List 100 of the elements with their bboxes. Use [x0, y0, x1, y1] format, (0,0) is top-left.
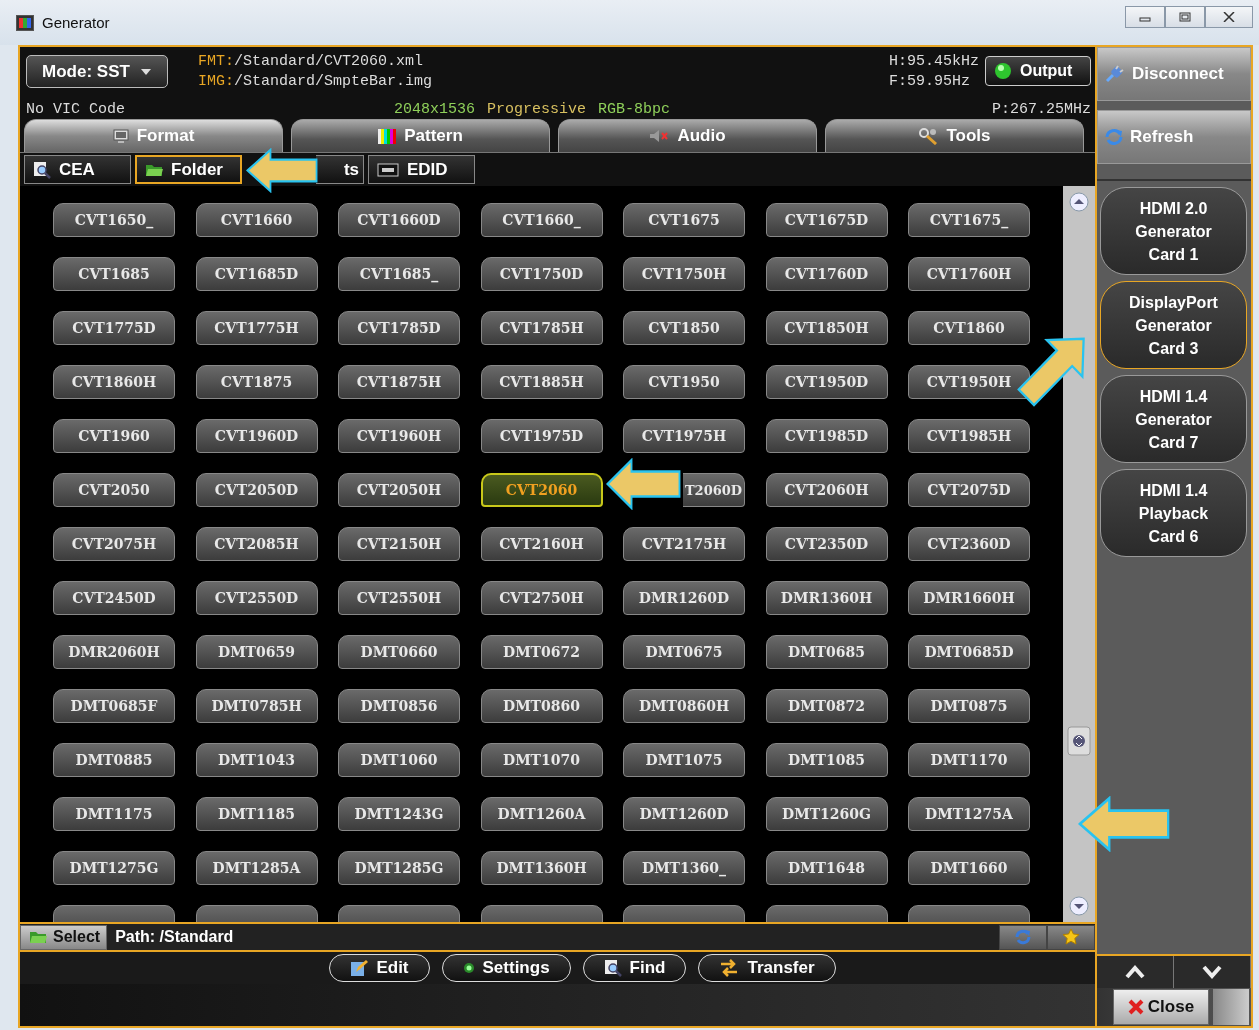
- format-button[interactable]: DMT1185: [195, 797, 318, 831]
- format-button[interactable]: CVT2160H: [480, 527, 603, 561]
- format-button[interactable]: DMT0659: [195, 635, 318, 669]
- format-button[interactable]: CVT1885H: [480, 365, 603, 399]
- format-button[interactable]: CVT1685: [53, 257, 175, 291]
- format-button[interactable]: DMT1260G: [765, 797, 888, 831]
- format-button[interactable]: DMT1660: [908, 851, 1030, 885]
- format-button[interactable]: DMT1285G: [338, 851, 460, 885]
- format-button[interactable]: CVT1985D: [765, 419, 888, 453]
- tab[interactable]: Pattern: [291, 119, 550, 152]
- format-button[interactable]: CVT1850: [623, 311, 745, 345]
- format-button[interactable]: DMT1360_: [623, 851, 745, 885]
- format-button[interactable]: DMR2060H: [53, 635, 175, 669]
- format-button[interactable]: CVT1750H: [623, 257, 745, 291]
- format-button[interactable]: DMT1170: [908, 743, 1030, 777]
- format-button[interactable]: CVT2550H: [338, 581, 460, 615]
- format-button[interactable]: CVT1960H: [338, 419, 460, 453]
- tab[interactable]: Tools: [825, 119, 1084, 152]
- select-button[interactable]: Select: [20, 924, 108, 950]
- format-button[interactable]: CVT1950: [623, 365, 745, 399]
- format-button[interactable]: CVT1950H: [908, 365, 1030, 399]
- format-button[interactable]: DMT1175: [53, 797, 175, 831]
- format-button[interactable]: CVT1860: [908, 311, 1030, 345]
- format-button[interactable]: CVT1750D: [480, 257, 603, 291]
- format-button[interactable]: CVT1675D: [765, 203, 888, 237]
- output-button[interactable]: Output: [985, 56, 1091, 86]
- format-button[interactable]: CVT2050H: [338, 473, 460, 507]
- format-button[interactable]: CVT2150H: [338, 527, 460, 561]
- action-button[interactable]: Settings: [441, 954, 571, 982]
- format-button[interactable]: CVT2060: [480, 473, 603, 507]
- mode-dropdown[interactable]: Mode: SST: [26, 55, 168, 88]
- format-button[interactable]: CVT1675: [623, 203, 745, 237]
- close-button[interactable]: Close: [1113, 989, 1209, 1025]
- format-button[interactable]: CVT2050: [53, 473, 175, 507]
- favorite-button[interactable]: [1047, 924, 1095, 950]
- format-button[interactable]: DMT1260A: [480, 797, 603, 831]
- format-button[interactable]: CVT1775D: [53, 311, 175, 345]
- format-button[interactable]: DMT1648: [765, 851, 888, 885]
- sub-tab[interactable]: CEA: [24, 155, 131, 184]
- card-button[interactable]: HDMI 2.0 Generator Card 1: [1100, 187, 1247, 275]
- format-button[interactable]: CVT2175H: [623, 527, 745, 561]
- format-button[interactable]: DMR1660H: [908, 581, 1030, 615]
- format-button[interactable]: CVT2085H: [195, 527, 318, 561]
- format-button[interactable]: CVT2350D: [765, 527, 888, 561]
- format-button[interactable]: DMT1260D: [623, 797, 745, 831]
- format-button[interactable]: CVT1785H: [480, 311, 603, 345]
- format-button[interactable]: DMT0872: [765, 689, 888, 723]
- format-button[interactable]: CVT1850H: [765, 311, 888, 345]
- format-button[interactable]: DMT0675: [623, 635, 745, 669]
- scrollbar[interactable]: [1063, 186, 1095, 922]
- format-button[interactable]: CVT1985H: [908, 419, 1030, 453]
- format-button[interactable]: CVT1760H: [908, 257, 1030, 291]
- format-button[interactable]: DMT1060: [338, 743, 460, 777]
- format-button[interactable]: CVT1975H: [623, 419, 745, 453]
- format-button[interactable]: DMT1275A: [908, 797, 1030, 831]
- scroll-down-button[interactable]: [1174, 956, 1251, 988]
- format-button[interactable]: CVT2450D: [53, 581, 175, 615]
- format-button[interactable]: DMT1070: [480, 743, 603, 777]
- minimize-button[interactable]: [1125, 6, 1165, 28]
- scroll-up-button[interactable]: [1097, 956, 1174, 988]
- format-button[interactable]: CVT1775H: [195, 311, 318, 345]
- format-button[interactable]: CVT2060H: [765, 473, 888, 507]
- format-button[interactable]: CVT1660: [195, 203, 318, 237]
- format-button[interactable]: DMT1360H: [480, 851, 603, 885]
- format-button[interactable]: DMT0875: [908, 689, 1030, 723]
- format-button[interactable]: CVT2360D: [908, 527, 1030, 561]
- format-button[interactable]: CVT2050D: [195, 473, 318, 507]
- card-button[interactable]: HDMI 1.4 Generator Card 7: [1100, 375, 1247, 463]
- tab[interactable]: Format: [24, 119, 283, 152]
- format-button[interactable]: DMT0672: [480, 635, 603, 669]
- refresh-button[interactable]: Refresh: [1097, 110, 1251, 164]
- format-button[interactable]: DMR1260D: [623, 581, 745, 615]
- format-button[interactable]: DMT1285A: [195, 851, 318, 885]
- format-button[interactable]: DMT0660: [338, 635, 460, 669]
- sub-tab[interactable]: Folder: [135, 155, 242, 184]
- action-button[interactable]: Find: [582, 954, 687, 982]
- format-button[interactable]: DMT1243G: [338, 797, 460, 831]
- format-button[interactable]: DMT1075: [623, 743, 745, 777]
- format-button[interactable]: CVT1860H: [53, 365, 175, 399]
- refresh-button[interactable]: [999, 924, 1047, 950]
- format-button[interactable]: DMT0685D: [908, 635, 1030, 669]
- format-button[interactable]: CVT1685D: [195, 257, 318, 291]
- format-button[interactable]: CVT1950D: [765, 365, 888, 399]
- format-button[interactable]: DMR1360H: [765, 581, 888, 615]
- format-button[interactable]: DMT0685: [765, 635, 888, 669]
- format-button[interactable]: DMT0685F: [53, 689, 175, 723]
- format-button[interactable]: DMT0856: [338, 689, 460, 723]
- format-button[interactable]: CVT1685_: [338, 257, 460, 291]
- format-button[interactable]: CVT2750H: [480, 581, 603, 615]
- tab[interactable]: Audio: [558, 119, 817, 152]
- sub-tab[interactable]: ts: [316, 155, 364, 184]
- format-button[interactable]: CVT2550D: [195, 581, 318, 615]
- format-button[interactable]: DMT0785H: [195, 689, 318, 723]
- format-button[interactable]: DMT0860: [480, 689, 603, 723]
- action-button[interactable]: Transfer: [698, 954, 836, 982]
- format-button[interactable]: CVT1675_: [908, 203, 1030, 237]
- action-button[interactable]: Edit: [329, 954, 430, 982]
- card-button[interactable]: HDMI 1.4 Playback Card 6: [1100, 469, 1247, 557]
- format-button[interactable]: CVT1660_: [480, 203, 603, 237]
- format-button[interactable]: CVT1960D: [195, 419, 318, 453]
